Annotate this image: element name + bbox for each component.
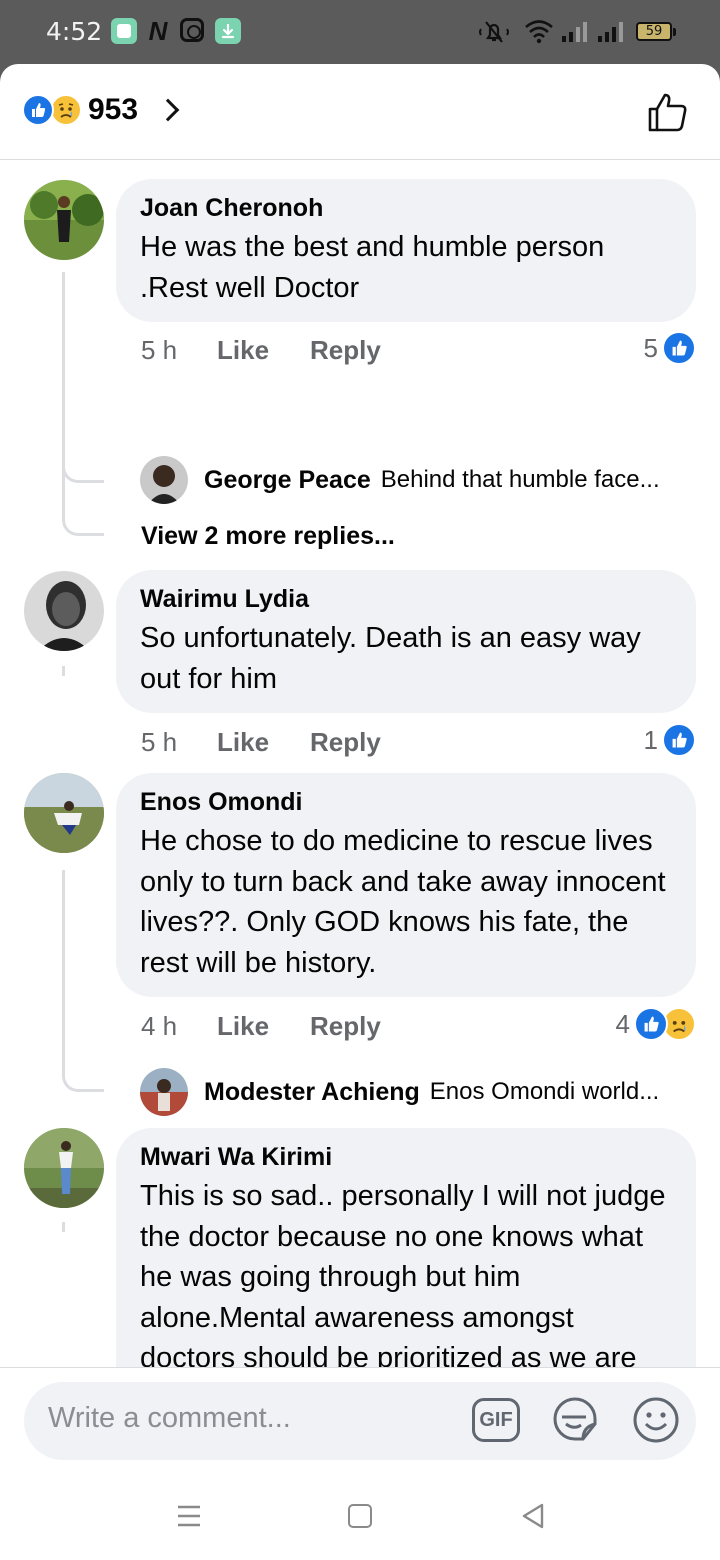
sheet-header: 953 xyxy=(0,64,720,160)
comment-reaction-count[interactable]: 4 xyxy=(616,1006,696,1042)
reply-avatar xyxy=(140,456,188,504)
like-reaction-icon xyxy=(662,331,696,365)
view-more-replies-link[interactable]: View 2 more replies... xyxy=(141,522,395,551)
signal-icon xyxy=(598,22,623,42)
like-reaction-icon xyxy=(634,1007,668,1041)
avatar[interactable] xyxy=(24,1128,104,1208)
n-app-icon: N xyxy=(148,16,168,46)
chevron-right-icon xyxy=(156,98,180,122)
thread-line xyxy=(62,870,65,1010)
home-icon[interactable] xyxy=(348,1504,372,1528)
like-button[interactable]: Like xyxy=(217,335,310,366)
comment-author[interactable]: Wairimu Lydia xyxy=(140,584,672,614)
comment-reaction-count[interactable]: 5 xyxy=(644,330,696,366)
like-reaction-icon xyxy=(22,94,54,126)
menu-icon[interactable] xyxy=(176,1503,202,1529)
reply-button[interactable]: Reply xyxy=(310,335,381,366)
reply-avatar xyxy=(140,1068,188,1116)
avatar[interactable] xyxy=(24,180,104,260)
battery-icon: 59 xyxy=(636,22,676,41)
gif-icon[interactable]: GIF xyxy=(472,1398,520,1442)
notes-app-icon xyxy=(111,18,137,44)
reply-preview[interactable]: George Peace Behind that humble face... xyxy=(140,456,660,504)
comment-author[interactable]: Enos Omondi xyxy=(140,787,672,817)
comment-composer: Write a comment... GIF xyxy=(0,1367,720,1487)
comment-author[interactable]: Joan Cheronoh xyxy=(140,193,672,223)
reply-preview[interactable]: Modester Achieng Enos Omondi world... xyxy=(140,1068,659,1116)
status-time: 4:52 xyxy=(46,17,103,46)
comment-time: 5 h xyxy=(141,726,178,757)
reply-button[interactable]: Reply xyxy=(310,1011,381,1042)
comment-text: He was the best and humble person .Rest … xyxy=(140,231,605,304)
reply-text: Enos Omondi world... xyxy=(429,1078,660,1105)
back-icon[interactable] xyxy=(520,1502,546,1530)
reply-text: Behind that humble face... xyxy=(380,466,660,493)
reaction-count-value: 5 xyxy=(643,332,658,363)
like-button[interactable]: Like xyxy=(217,727,310,758)
thread-connector xyxy=(62,440,104,536)
comment-time: 5 h xyxy=(141,334,178,365)
comment-text: This is so sad.. personally I will not j… xyxy=(140,1180,666,1368)
wifi-icon xyxy=(525,20,553,44)
comment-meta: 4 h Like Reply xyxy=(141,1008,381,1044)
mute-icon xyxy=(479,21,509,43)
comment-text: He chose to do medicine to rescue lives … xyxy=(140,825,666,979)
reply-button[interactable]: Reply xyxy=(310,727,381,758)
reaction-count-value: 4 xyxy=(615,1008,630,1039)
reaction-count-value: 1 xyxy=(643,724,658,755)
comment-author[interactable]: Mwari Wa Kirimi xyxy=(140,1142,672,1172)
sad-reaction-icon xyxy=(50,94,82,126)
system-nav-bar xyxy=(0,1487,720,1560)
comments-sheet: 953 Joan Cheronoh He was the best and hu… xyxy=(0,64,720,1560)
thread-connector xyxy=(62,990,104,1092)
like-button[interactable]: Like xyxy=(217,1011,310,1042)
emoji-icon[interactable] xyxy=(632,1396,680,1444)
thumbs-up-outline-icon[interactable] xyxy=(646,90,690,134)
status-indicators: 59 xyxy=(460,16,720,46)
comment-time: 4 h xyxy=(141,1010,178,1041)
instagram-icon xyxy=(180,18,204,42)
comment-bubble[interactable]: Enos Omondi He chose to do medicine to r… xyxy=(116,773,696,997)
comment-input[interactable]: Write a comment... GIF xyxy=(24,1382,696,1460)
comment-bubble[interactable]: Wairimu Lydia So unfortunately. Death is… xyxy=(116,570,696,713)
comment-reaction-count[interactable]: 1 xyxy=(644,722,696,758)
avatar[interactable] xyxy=(24,773,104,853)
reply-author: Modester Achieng xyxy=(204,1077,420,1106)
status-bar: 4:52 N 59 xyxy=(0,0,720,66)
reaction-count: 953 xyxy=(88,93,139,126)
like-reaction-icon xyxy=(662,723,696,757)
reply-author: George Peace xyxy=(204,465,371,494)
thread-line xyxy=(62,666,65,676)
comment-meta: 5 h Like Reply xyxy=(141,332,381,368)
reactions-summary[interactable]: 953 xyxy=(22,92,180,128)
comments-list: Joan Cheronoh He was the best and humble… xyxy=(0,160,720,1368)
download-icon xyxy=(215,18,241,44)
avatar[interactable] xyxy=(24,571,104,651)
thread-line xyxy=(62,1222,65,1232)
sticker-icon[interactable] xyxy=(550,1394,600,1444)
comment-input-placeholder: Write a comment... xyxy=(48,1402,291,1434)
comment-bubble[interactable]: Joan Cheronoh He was the best and humble… xyxy=(116,179,696,322)
signal-icon xyxy=(562,22,587,42)
comment-bubble[interactable]: Mwari Wa Kirimi This is so sad.. persona… xyxy=(116,1128,696,1368)
comment-meta: 5 h Like Reply xyxy=(141,724,381,760)
comment-text: So unfortunately. Death is an easy way o… xyxy=(140,622,641,695)
